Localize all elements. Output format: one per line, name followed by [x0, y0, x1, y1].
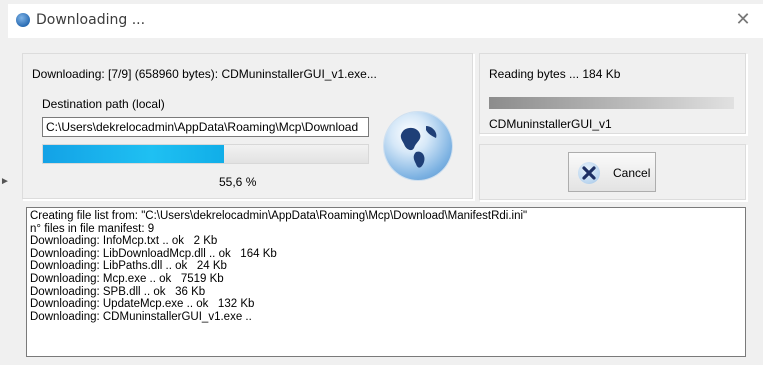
cancel-button[interactable]: Cancel — [568, 152, 656, 192]
reading-activity-bar — [489, 97, 734, 109]
current-file-name: CDMuninstallerGUI_v1 — [489, 117, 612, 131]
log-line: Downloading: Mcp.exe .. ok 7519 Kb — [30, 272, 224, 285]
download-status-text: Downloading: [7/9] (658960 bytes): CDMun… — [32, 67, 377, 81]
log-line: Downloading: LibPaths.dll .. ok 24 Kb — [30, 260, 227, 273]
reading-bytes-text: Reading bytes ... 184 Kb — [489, 67, 621, 81]
progress-percent-text: 55,6 % — [219, 175, 257, 189]
log-line: Downloading: SPB.dll .. ok 36 Kb — [30, 285, 206, 298]
download-dialog: Downloading: [7/9] (658960 bytes): CDMun… — [8, 38, 763, 365]
close-icon[interactable]: ✕ — [727, 6, 759, 34]
title-bar: Downloading ... ✕ — [8, 4, 763, 38]
log-line: Creating file list from: "C:\Users\dekre… — [30, 210, 528, 222]
destination-path-field[interactable]: C:\Users\dekrelocadmin\AppData\Roaming\M… — [42, 117, 369, 137]
download-progress-bar — [42, 144, 369, 164]
globe-icon — [16, 13, 30, 27]
destination-path-label: Destination path (local) — [42, 97, 165, 111]
cancel-x-icon — [578, 162, 600, 184]
log-line: Downloading: UpdateMcp.exe .. ok 132 Kb — [30, 298, 255, 311]
log-line: n° files in file manifest: 9 — [30, 222, 155, 235]
cancel-button-label: Cancel — [613, 166, 651, 180]
log-line: Downloading: CDMuninstallerGUI_v1.exe .. — [30, 310, 252, 323]
log-line: Downloading: LibDownloadMcp.dll .. ok 16… — [30, 247, 277, 260]
window-title: Downloading ... — [36, 12, 146, 28]
download-log-textbox[interactable]: Creating file list from: "C:\Users\dekre… — [26, 207, 746, 357]
log-line: Downloading: InfoMcp.txt .. ok 2 Kb — [30, 235, 218, 248]
globe-icon — [384, 112, 452, 180]
download-progress-fill — [43, 145, 224, 163]
